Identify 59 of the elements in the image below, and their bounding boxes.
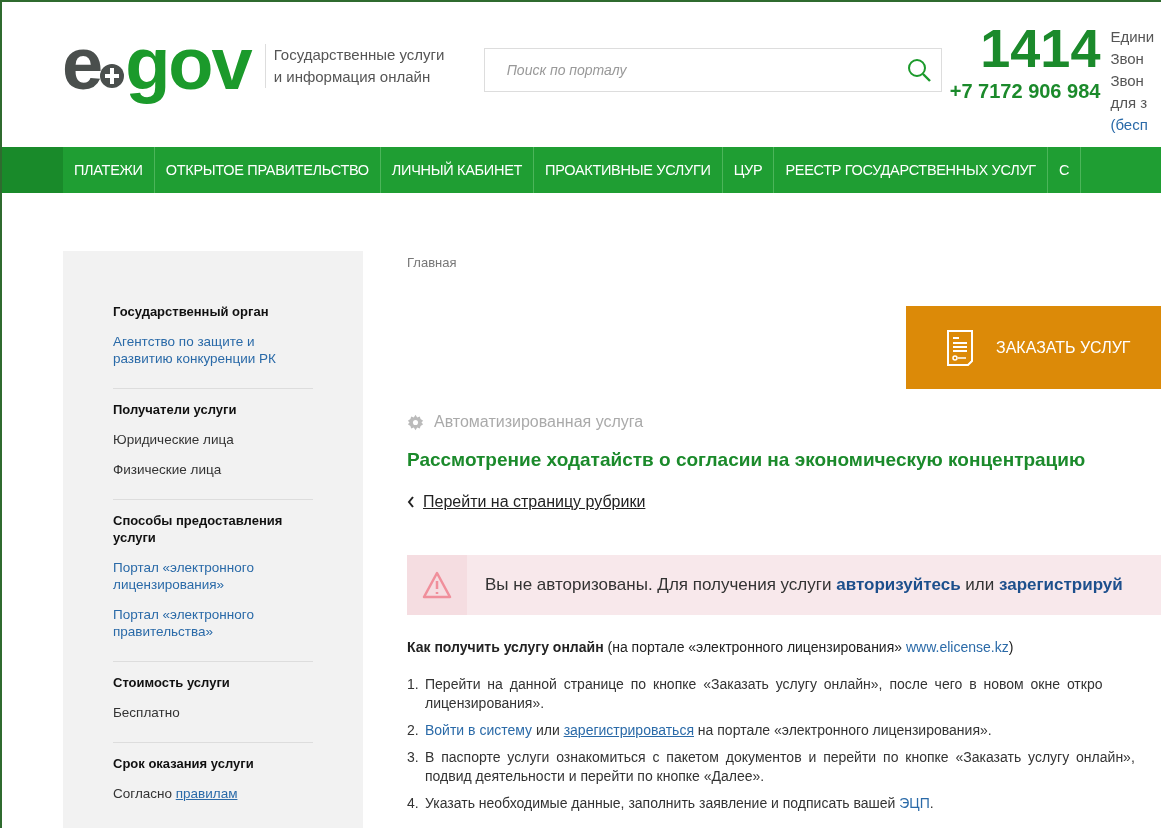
tagline: Государственные услуги и информация онлайн: [264, 44, 464, 88]
nav-corner-block: [2, 147, 63, 193]
hotline-number: 1414: [980, 18, 1101, 78]
step-number: 4.: [407, 794, 420, 813]
step-text: Указать необходимые данные, заполнить заявление и подписать вашей ЭЦП.: [425, 794, 935, 813]
step-text: подвид деятельности и перейти по кнопке «Далее».: [425, 767, 766, 786]
link[interactable]: ЭЦП: [899, 795, 930, 811]
step-text: Перейти на данной странице по кнопке «Заказать услугу онлайн», после чего в новом окне откро: [425, 675, 1104, 694]
section-text: Согласно правилам: [113, 785, 239, 802]
gear-icon: [407, 413, 424, 431]
phone-number: +7 7172 906 984: [949, 80, 1101, 103]
section-title: Государственный орган: [113, 303, 270, 320]
breadcrumb[interactable]: Главная: [407, 255, 1161, 270]
sidebar-link[interactable]: Агентство по защите и развитию конкуренции РК: [113, 333, 313, 367]
link[interactable]: правилам: [175, 786, 238, 801]
search-field[interactable]: Поиск по порталу: [483, 48, 942, 92]
section-title: Получатели услуги: [113, 401, 238, 418]
nav-item[interactable]: ПРОАКТИВНЫЕ УСЛУГИ: [534, 147, 723, 193]
info-text: для з: [1110, 93, 1149, 113]
info-link[interactable]: (бесп: [1110, 114, 1155, 136]
step-number: 2.: [407, 721, 420, 740]
step-text: лицензирования».: [425, 694, 546, 713]
chevron-left-icon: [407, 496, 415, 508]
info-text: Звон: [1110, 71, 1145, 91]
step-number: 3.: [407, 748, 420, 767]
nav-item[interactable]: ЛИЧНЫЙ КАБИНЕТ: [380, 147, 535, 193]
nav-item[interactable]: С: [1047, 147, 1082, 193]
service-type: Автоматизированная услуга: [434, 413, 644, 431]
section-text: Юридические лица: [113, 431, 235, 448]
link[interactable]: зарегистрироваться: [563, 722, 694, 738]
sidebar-link[interactable]: Портал «электронного правительства»: [113, 606, 313, 640]
section-text: Физические лица: [113, 461, 223, 478]
document-icon: [946, 328, 974, 367]
warning-icon: [422, 571, 452, 599]
link[interactable]: www.elicense.kz: [905, 639, 1009, 655]
info-text: Звон: [1110, 49, 1145, 69]
nav-item[interactable]: ЦУР: [722, 147, 775, 193]
info-text: Едини: [1110, 27, 1155, 47]
section-title: Стоимость услуги: [113, 674, 231, 691]
link[interactable]: зарегистрируй: [999, 575, 1123, 594]
section-text: Бесплатно: [113, 704, 181, 721]
sidebar-link[interactable]: Портал «электронного лицензирования»: [113, 559, 313, 593]
page-title: Рассмотрение ходатайств о согласии на экономическую концентрацию: [407, 449, 1087, 471]
order-button[interactable]: ЗАКАЗАТЬ УСЛУГ: [906, 306, 1161, 389]
egov-logo[interactable]: e gov: [62, 24, 251, 104]
step-text: В паспорте услуги ознакомиться с пакетом документов и перейти по кнопке «Заказать услугу онлайн»,: [425, 748, 1136, 767]
search-icon[interactable]: [905, 57, 932, 83]
section-title: Срок оказания услуги: [113, 755, 255, 772]
link[interactable]: авторизуйтесь: [836, 575, 961, 594]
step-number: 1.: [407, 675, 420, 694]
link[interactable]: Войти в систему: [425, 722, 533, 738]
warning-text: Вы не авторизованы. Для получения услуги авторизуйтесь или зарегистрируй: [485, 575, 1123, 595]
nav-item[interactable]: ПЛАТЕЖИ: [63, 147, 155, 193]
nav-item[interactable]: ОТКРЫТОЕ ПРАВИТЕЛЬСТВО: [154, 147, 381, 193]
back-link[interactable]: Перейти на страницу рубрики: [423, 493, 646, 511]
nav-item[interactable]: РЕЕСТР ГОСУДАРСТВЕННЫХ УСЛУГ: [774, 147, 1048, 193]
step-text: Войти в систему или зарегистрироваться на портале «электронного лицензирования».: [425, 721, 993, 740]
section-title: Способы предоставления услуги: [113, 512, 284, 546]
howto-text: Как получить услугу онлайн (на портале «электронного лицензирования» www.elicense.kz): [407, 639, 1015, 655]
